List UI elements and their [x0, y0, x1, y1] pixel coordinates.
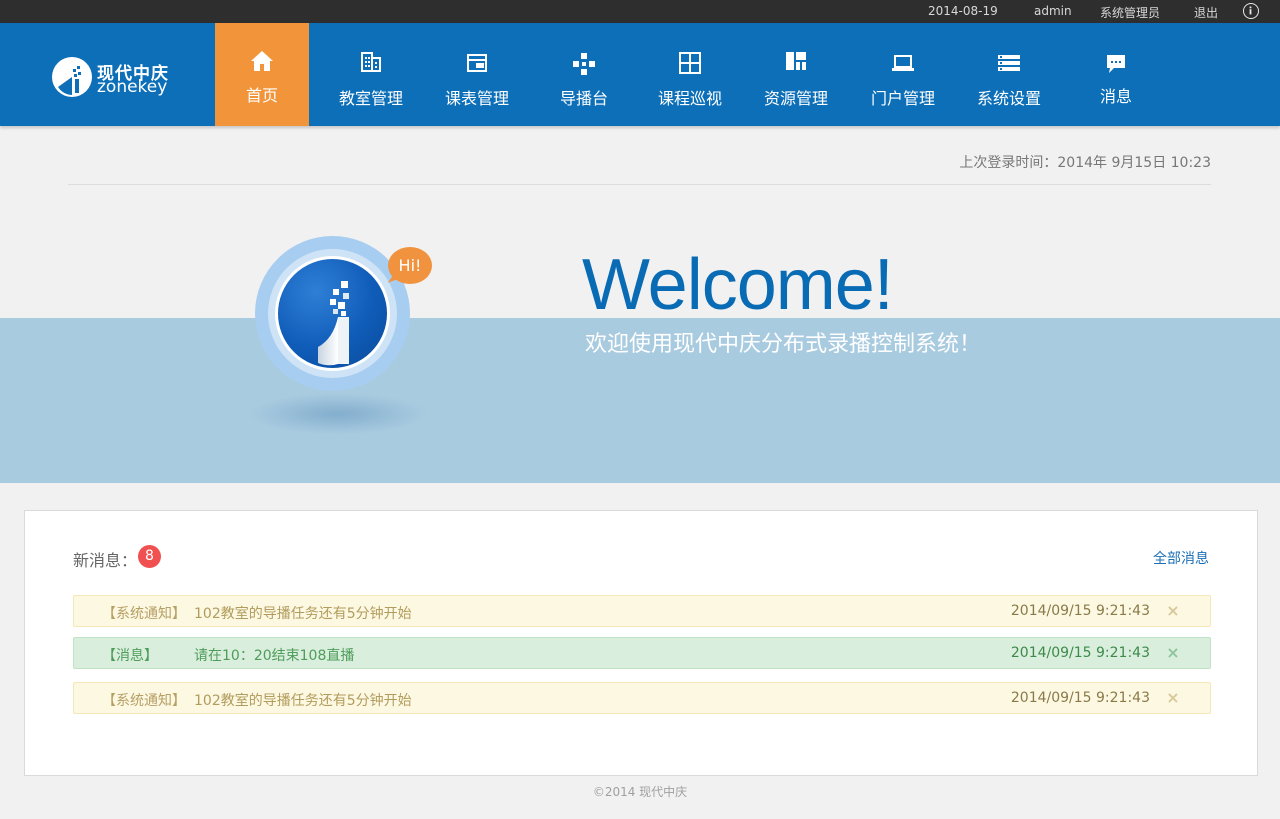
- nav-item-schedule[interactable]: 课表管理: [424, 23, 530, 126]
- gamepad-icon: [572, 52, 596, 80]
- divider: [68, 184, 1211, 185]
- logo-en-text: zonekey: [97, 77, 168, 97]
- nav-label-messages: 消息: [1099, 87, 1132, 106]
- new-messages-count-badge: 8: [138, 545, 161, 568]
- new-messages-title: 新消息：: [73, 551, 138, 570]
- hi-bubble: Hi!: [388, 247, 432, 284]
- nav-item-classroom[interactable]: 教室管理: [318, 23, 424, 126]
- nav-item-settings[interactable]: 系统设置: [956, 23, 1062, 126]
- schedule-icon: [467, 54, 487, 76]
- welcome-subtitle: 欢迎使用现代中庆分布式录播控制系统！: [585, 332, 982, 357]
- nav-label-portal: 门户管理: [870, 89, 935, 108]
- hero-shadow: [248, 393, 428, 435]
- close-icon[interactable]: ×: [1166, 689, 1180, 707]
- messages-panel: 新消息： 8 全部消息 【系统通知】 102教室的导播任务还有5分钟开始 201…: [24, 510, 1258, 776]
- nav-item-director[interactable]: 导播台: [531, 23, 637, 126]
- user-role: 系统管理员: [1100, 6, 1161, 20]
- message-tag: 【系统通知】: [102, 606, 186, 622]
- nav-item-portal[interactable]: 门户管理: [850, 23, 956, 126]
- nav-item-patrol[interactable]: 课程巡视: [637, 23, 743, 126]
- current-date: 2014-08-19: [928, 4, 998, 18]
- message-text: 102教室的导播任务还有5分钟开始: [194, 606, 412, 622]
- message-time: 2014/09/15 9:21:43: [1010, 603, 1150, 619]
- close-icon[interactable]: ×: [1166, 602, 1180, 620]
- hero-logo-icon: [275, 256, 390, 371]
- nav-label-settings: 系统设置: [976, 89, 1041, 108]
- all-messages-link[interactable]: 全部消息: [1153, 548, 1209, 568]
- last-login-time: 上次登录时间：2014年 9月15日 10:23: [959, 155, 1211, 171]
- nav-label-classroom: 教室管理: [338, 89, 403, 108]
- message-text: 102教室的导播任务还有5分钟开始: [194, 693, 412, 709]
- message-tag: 【系统通知】: [102, 693, 186, 709]
- message-row[interactable]: 【系统通知】 102教室的导播任务还有5分钟开始 2014/09/15 9:21…: [73, 682, 1211, 714]
- top-bar: 2014-08-19 admin 系统管理员 退出: [0, 0, 1280, 23]
- nav-item-resource[interactable]: 资源管理: [743, 23, 849, 126]
- footer-copyright: ©2014 现代中庆: [592, 785, 688, 799]
- laptop-icon: [892, 55, 914, 75]
- list-icon: [998, 55, 1020, 75]
- nav-label-resource: 资源管理: [763, 89, 828, 108]
- info-icon[interactable]: [1243, 3, 1259, 19]
- layout-icon: [786, 52, 806, 74]
- chat-icon: [1106, 54, 1126, 78]
- nav-label-director: 导播台: [559, 89, 608, 108]
- nav-label-home: 首页: [245, 86, 278, 105]
- grid-icon: [679, 52, 701, 78]
- message-row[interactable]: 【消息】 请在10：20结束108直播 2014/09/15 9:21:43 ×: [73, 637, 1211, 669]
- welcome-heading: Welcome!: [582, 245, 894, 325]
- message-time: 2014/09/15 9:21:43: [1010, 690, 1150, 706]
- nav-item-messages[interactable]: 消息: [1063, 23, 1169, 126]
- nav-label-patrol: 课程巡视: [657, 89, 722, 108]
- message-row[interactable]: 【系统通知】 102教室的导播任务还有5分钟开始 2014/09/15 9:21…: [73, 595, 1211, 627]
- message-time: 2014/09/15 9:21:43: [1010, 645, 1150, 661]
- message-tag: 【消息】: [102, 648, 158, 664]
- building-icon: [360, 52, 382, 76]
- home-icon: [250, 50, 274, 76]
- close-icon[interactable]: ×: [1166, 644, 1180, 662]
- logo-mark: [52, 57, 92, 97]
- message-text: 请在10：20结束108直播: [194, 648, 355, 664]
- nav-item-home[interactable]: 首页: [215, 23, 309, 126]
- main-nav: 现代中庆 zonekey 首页 教室管理 课表管理 导播台 课程巡视 资源管理 …: [0, 23, 1280, 126]
- username: admin: [1034, 4, 1072, 18]
- logo[interactable]: 现代中庆 zonekey: [52, 57, 182, 99]
- logout-link[interactable]: 退出: [1194, 4, 1218, 21]
- nav-label-schedule: 课表管理: [444, 89, 509, 108]
